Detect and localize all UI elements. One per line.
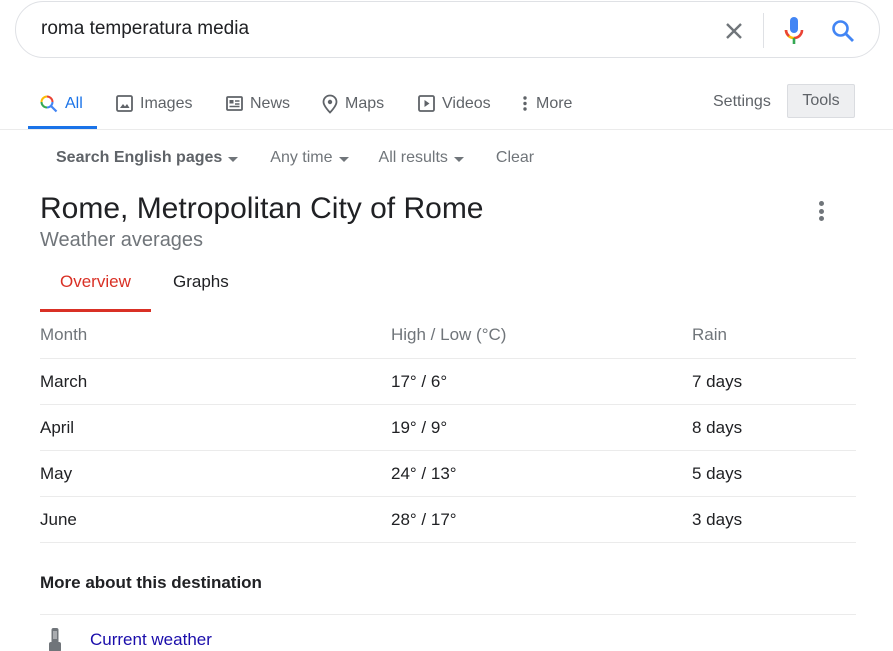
header-rain: Rain	[692, 325, 727, 344]
tab-videos[interactable]: Videos	[418, 78, 491, 129]
dot	[818, 216, 824, 221]
month-cell: June	[40, 510, 77, 529]
tab-news-label: News	[250, 94, 291, 112]
tab-news[interactable]: News	[226, 78, 290, 129]
tab-videos-label: Videos	[442, 94, 491, 112]
clear-search-button[interactable]	[722, 19, 746, 43]
dot	[818, 208, 824, 214]
results-filter-label: All results	[378, 149, 448, 166]
time-filter-label: Any time	[270, 149, 333, 166]
search-tools-filters: Search English pages Any time All result…	[56, 149, 566, 167]
more-about-heading: More about this destination	[40, 573, 262, 592]
news-icon	[226, 96, 243, 111]
current-weather-label: Current weather	[90, 630, 212, 649]
section-divider	[40, 614, 856, 615]
search-bar	[15, 1, 880, 58]
rain-cell: 7 days	[692, 372, 743, 391]
weather-averages-table: Month High / Low (°C) Rain March 17° / 6…	[40, 313, 856, 543]
search-icon	[832, 20, 854, 42]
tools-button[interactable]: Tools	[787, 84, 855, 118]
tab-overview[interactable]: Overview	[60, 272, 131, 292]
current-weather-link[interactable]: Current weather	[40, 628, 212, 651]
tab-more[interactable]: More	[522, 78, 572, 129]
search-icon	[40, 95, 58, 113]
time-filter[interactable]: Any time	[270, 149, 349, 167]
thermometer-icon	[40, 628, 70, 651]
rain-cell: 3 days	[692, 510, 743, 529]
month-cell: March	[40, 372, 88, 391]
play-icon	[418, 95, 435, 112]
table-header: Month High / Low (°C) Rain	[40, 313, 856, 359]
rain-cell: 5 days	[692, 464, 743, 483]
voice-search-button[interactable]	[782, 16, 806, 46]
card-options-button[interactable]	[812, 199, 830, 223]
place-title: Rome, Metropolitan City of Rome	[40, 192, 484, 225]
caret-down-icon	[228, 156, 239, 162]
clear-filters-label: Clear	[495, 149, 535, 166]
results-filter[interactable]: All results	[379, 149, 464, 167]
caret-down-icon	[453, 156, 464, 162]
dot	[818, 201, 824, 206]
search-divider	[763, 13, 764, 48]
table-row: April 19° / 9° 8 days	[40, 405, 856, 451]
month-cell: April	[40, 418, 75, 437]
high-low-cell: 24° / 13°	[391, 464, 457, 483]
month-cell: May	[40, 464, 73, 483]
table-row: May 24° / 13° 5 days	[40, 451, 856, 497]
tab-images[interactable]: Images	[116, 78, 192, 129]
search-tabs: All Images News Maps Videos More Setting…	[0, 78, 893, 130]
header-month: Month	[40, 325, 88, 344]
rain-cell: 8 days	[692, 418, 743, 437]
header-high-low: High / Low (°C)	[391, 325, 507, 344]
tab-maps-label: Maps	[345, 94, 385, 112]
language-filter-label: Search English pages	[56, 149, 223, 166]
tab-maps[interactable]: Maps	[322, 78, 384, 129]
tab-images-label: Images	[140, 94, 193, 112]
close-icon	[726, 23, 742, 39]
table-row: March 17° / 6° 7 days	[40, 359, 856, 405]
caret-down-icon	[338, 156, 349, 162]
search-submit-button[interactable]	[830, 18, 856, 44]
place-subtitle: Weather averages	[40, 229, 204, 251]
table-row: June 28° / 17° 3 days	[40, 497, 856, 543]
high-low-cell: 17° / 6°	[391, 372, 448, 391]
image-icon	[116, 95, 133, 112]
map-pin-icon	[322, 94, 338, 114]
tab-graphs[interactable]: Graphs	[173, 272, 229, 292]
more-vert-icon	[522, 95, 528, 112]
clear-filters-link[interactable]: Clear	[496, 149, 534, 167]
settings-button[interactable]: Settings	[713, 93, 771, 111]
active-tab-indicator	[40, 309, 151, 312]
tab-all-label: All	[65, 94, 83, 112]
tab-all[interactable]: All	[28, 78, 97, 129]
mic-icon	[784, 17, 804, 44]
search-input[interactable]	[41, 18, 681, 40]
language-filter[interactable]: Search English pages	[56, 149, 239, 167]
tab-more-label: More	[536, 94, 573, 112]
high-low-cell: 19° / 9°	[391, 418, 448, 437]
high-low-cell: 28° / 17°	[391, 510, 457, 529]
